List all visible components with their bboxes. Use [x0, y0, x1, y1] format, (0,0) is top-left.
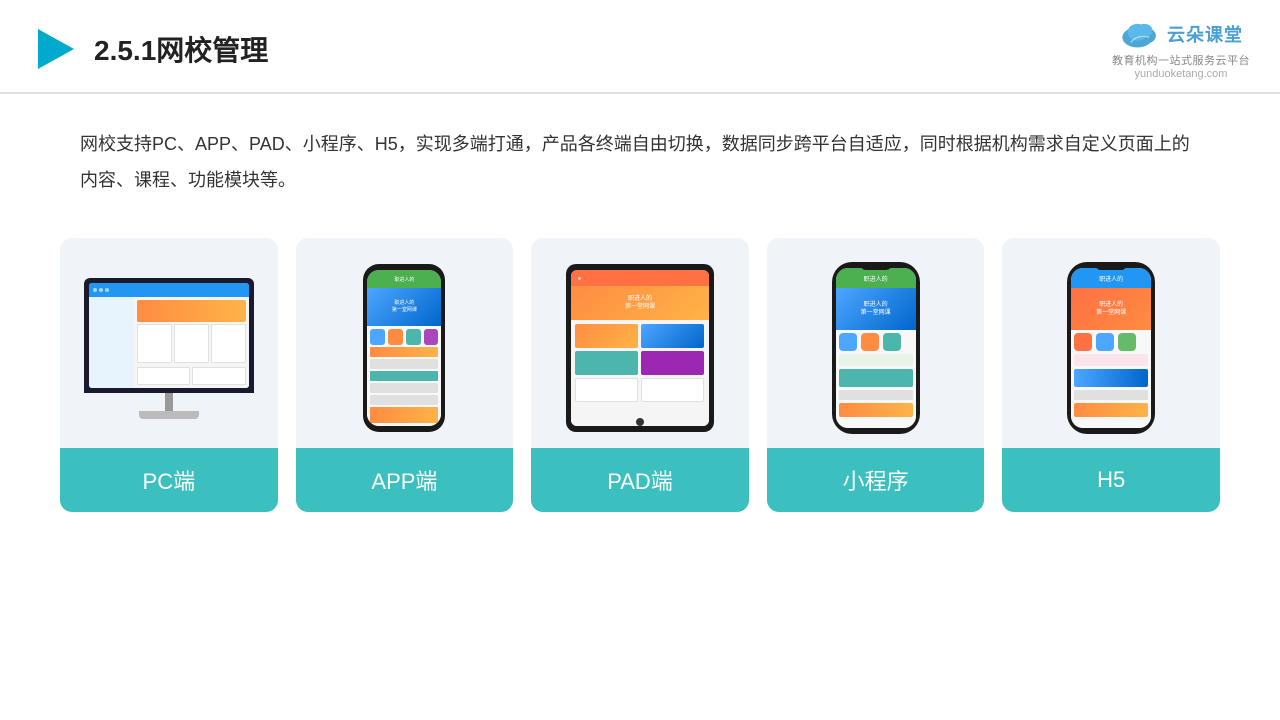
card-pc-label: PC端	[60, 448, 278, 512]
phone-mockup-app: 职进人的 职进人的第一堂网课	[363, 264, 445, 432]
page-title: 2.5.1网校管理	[94, 29, 268, 69]
logo-cloud: 云朵课堂	[1119, 18, 1243, 50]
logo-text: 云朵课堂	[1167, 21, 1243, 47]
logo-area: 云朵课堂 教育机构一站式服务云平台 yunduoketang.com	[1112, 18, 1250, 80]
header-left: 2.5.1网校管理	[30, 25, 268, 73]
card-app-image: 职进人的 职进人的第一堂网课	[296, 238, 514, 448]
card-app-label: APP端	[296, 448, 514, 512]
phone-mockup-h5: 职进人的 职进人的第一堂网课	[1067, 262, 1155, 434]
card-h5-label: H5	[1002, 448, 1220, 512]
tablet-mockup: 职进人的第一堂网课	[566, 264, 714, 432]
logo-sub: 教育机构一站式服务云平台	[1112, 52, 1250, 68]
card-pad-label: PAD端	[531, 448, 749, 512]
cloud-icon	[1119, 18, 1161, 50]
card-pc: PC端	[60, 238, 278, 512]
play-icon	[30, 25, 78, 73]
card-h5-image: 职进人的 职进人的第一堂网课	[1002, 238, 1220, 448]
description-text: 网校支持PC、APP、PAD、小程序、H5，实现多端打通，产品各终端自由切换，数…	[80, 134, 1190, 190]
logo-url: yunduoketang.com	[1135, 68, 1228, 80]
card-miniapp-image: 职进人的 职进人的第一堂网课	[767, 238, 985, 448]
card-miniapp: 职进人的 职进人的第一堂网课	[767, 238, 985, 512]
card-pc-image	[60, 238, 278, 448]
pc-monitor	[84, 278, 254, 419]
card-pad-image: 职进人的第一堂网课	[531, 238, 749, 448]
card-miniapp-label: 小程序	[767, 448, 985, 512]
description: 网校支持PC、APP、PAD、小程序、H5，实现多端打通，产品各终端自由切换，数…	[0, 94, 1280, 218]
card-app: 职进人的 职进人的第一堂网课	[296, 238, 514, 512]
header: 2.5.1网校管理 云朵课堂 教育机构一站式服务云平台 yunduoketang…	[0, 0, 1280, 94]
card-h5: 职进人的 职进人的第一堂网课	[1002, 238, 1220, 512]
card-pad: 职进人的第一堂网课 PAD端	[531, 238, 749, 512]
phone-mockup-miniapp: 职进人的 职进人的第一堂网课	[832, 262, 920, 434]
cards-container: PC端 职进人的 职进人的第一堂网课	[0, 218, 1280, 512]
